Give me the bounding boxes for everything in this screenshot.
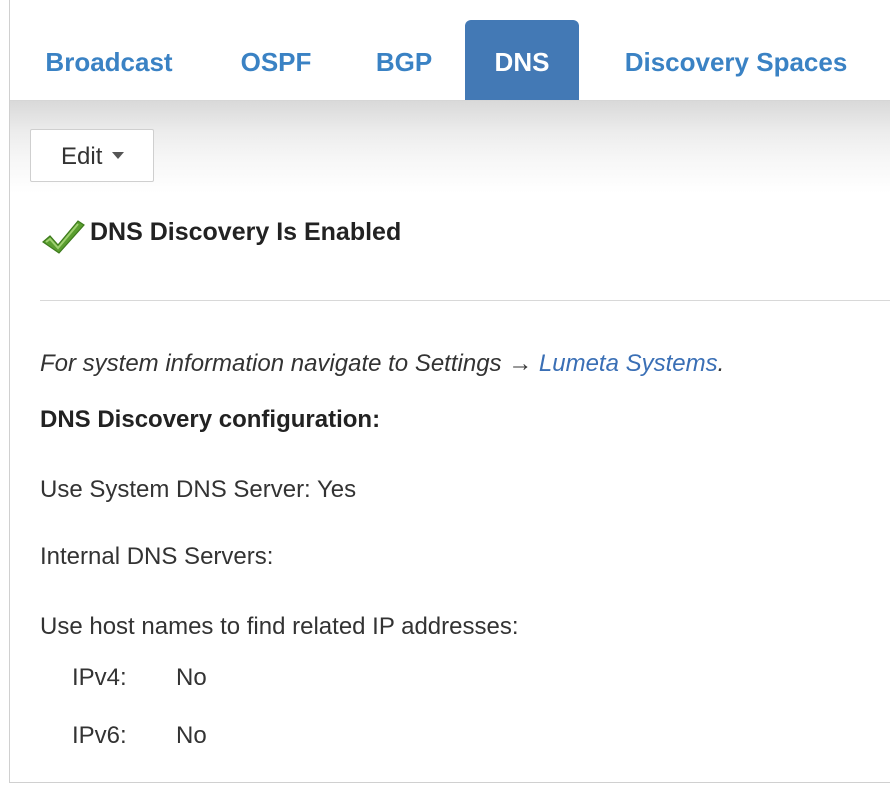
edit-button-label: Edit: [61, 143, 103, 170]
lumeta-systems-link[interactable]: Lumeta Systems: [539, 350, 718, 377]
ipv4-label: IPv4:: [72, 664, 127, 691]
caret-down-icon: [112, 152, 125, 160]
tab-discovery-spaces[interactable]: Discovery Spaces: [600, 20, 872, 100]
use-system-dns-row: Use System DNS Server: Yes: [40, 476, 356, 504]
tab-bar: Broadcast OSPF BGP DNS Discovery Spaces: [10, 18, 890, 101]
tab-broadcast[interactable]: Broadcast: [20, 20, 198, 100]
status-text: DNS Discovery Is Enabled: [90, 217, 402, 246]
ipv4-value: No: [176, 664, 207, 691]
tab-ospf[interactable]: OSPF: [220, 20, 332, 100]
ipv4-row: IPv4: No: [72, 664, 207, 692]
use-system-dns-value: Yes: [316, 476, 357, 503]
edit-dropdown-button[interactable]: Edit: [30, 129, 154, 182]
status-message: DNS Discovery Is Enabled: [40, 216, 401, 256]
tab-dns[interactable]: DNS: [465, 20, 579, 100]
divider: [40, 300, 890, 301]
host-names-label: Use host names to find related IP addres…: [40, 613, 519, 640]
info-prefix: For system information navigate to Setti…: [40, 350, 539, 377]
system-info-line: For system information navigate to Setti…: [40, 350, 724, 378]
tab-bgp[interactable]: BGP: [354, 20, 454, 100]
config-title: DNS Discovery configuration:: [40, 406, 381, 433]
checkmark-icon: [42, 220, 85, 254]
toolbar: Edit: [10, 101, 890, 193]
ipv6-label: IPv6:: [72, 722, 127, 749]
info-suffix: .: [717, 350, 725, 377]
internal-dns-servers-label: Internal DNS Servers:: [40, 543, 274, 570]
ipv6-row: IPv6: No: [72, 722, 207, 750]
ipv6-value: No: [176, 722, 207, 749]
use-system-dns-label: Use System DNS Server:: [40, 476, 311, 503]
